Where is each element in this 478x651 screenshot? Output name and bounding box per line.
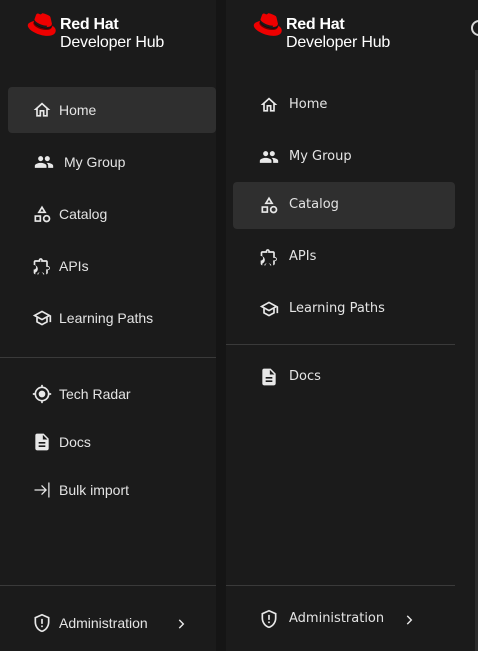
- search-icon[interactable]: [471, 20, 478, 36]
- logo-brand: Red Hat: [60, 16, 119, 33]
- school-icon: [32, 308, 52, 328]
- panel-gap: [216, 0, 226, 651]
- nav-item-my-group[interactable]: My Group: [233, 134, 455, 180]
- nav-item-label: My Group: [289, 149, 352, 164]
- app-logo[interactable]: Red Hat Developer Hub: [250, 13, 420, 53]
- nav-item-label: Docs: [59, 434, 91, 450]
- nav-item-administration[interactable]: Administration: [8, 600, 216, 646]
- home-icon: [259, 95, 279, 115]
- nav-item-label: Administration: [289, 611, 385, 626]
- divider: [226, 344, 455, 345]
- login-icon: [32, 480, 52, 500]
- nav-item-label: Learning Paths: [59, 310, 154, 326]
- nav-item-label: My Group: [64, 154, 126, 170]
- red-hat-logo-icon: [250, 13, 284, 38]
- nav-item-home[interactable]: Home: [8, 87, 216, 133]
- group-icon: [34, 152, 54, 172]
- logo-product: Developer Hub: [60, 34, 165, 51]
- radar-icon: [32, 384, 52, 404]
- divider: [0, 585, 216, 586]
- docs-icon: [32, 432, 52, 452]
- nav-item-docs[interactable]: Docs: [233, 354, 455, 400]
- docs-icon: [259, 367, 279, 387]
- logo-product: Developer Hub: [286, 34, 391, 51]
- nav-item-tech-radar[interactable]: Tech Radar: [8, 371, 216, 417]
- divider: [226, 585, 455, 586]
- nav-item-apis[interactable]: APIs: [233, 234, 455, 280]
- nav-item-label: APIs: [289, 249, 317, 264]
- red-hat-logo-icon: [24, 13, 58, 38]
- content-edge: [455, 0, 478, 651]
- nav-item-learning-paths[interactable]: Learning Paths: [8, 295, 216, 341]
- app-logo[interactable]: Red Hat Developer Hub: [24, 13, 194, 53]
- nav-item-label: Catalog: [59, 206, 108, 222]
- left-sidebar: Red Hat Developer Hub Home My Group Cata…: [0, 0, 216, 651]
- puzzle-icon: [259, 247, 279, 267]
- home-icon: [32, 100, 52, 120]
- right-sidebar: Red Hat Developer Hub Home My Group Cata…: [226, 0, 455, 651]
- nav-item-label: Bulk import: [59, 482, 130, 498]
- puzzle-icon: [32, 256, 52, 276]
- nav-item-label: Home: [59, 102, 97, 118]
- nav-item-learning-paths[interactable]: Learning Paths: [233, 286, 455, 332]
- nav-item-label: APIs: [59, 258, 89, 274]
- catalog-icon: [32, 204, 52, 224]
- nav-item-catalog[interactable]: Catalog: [8, 191, 216, 237]
- divider: [0, 357, 216, 358]
- nav-item-label: Administration: [59, 615, 148, 631]
- chevron-right-icon: [402, 613, 416, 627]
- nav-item-label: Docs: [289, 369, 321, 384]
- nav-item-apis[interactable]: APIs: [8, 243, 216, 289]
- nav-item-my-group[interactable]: My Group: [8, 139, 216, 185]
- shield-icon: [259, 609, 279, 629]
- nav-item-label: Home: [289, 97, 328, 112]
- nav-item-administration[interactable]: Administration: [233, 596, 455, 642]
- group-icon: [259, 147, 279, 167]
- nav-item-home[interactable]: Home: [233, 82, 455, 128]
- nav-item-docs[interactable]: Docs: [8, 419, 216, 465]
- nav-item-label: Learning Paths: [289, 301, 385, 316]
- nav-item-catalog[interactable]: Catalog: [233, 182, 455, 229]
- nav-item-label: Tech Radar: [59, 386, 131, 402]
- logo-brand: Red Hat: [286, 16, 345, 33]
- chevron-right-icon: [174, 617, 188, 631]
- nav-item-bulk-import[interactable]: Bulk import: [8, 467, 216, 513]
- school-icon: [259, 299, 279, 319]
- catalog-icon: [259, 195, 279, 215]
- shield-icon: [32, 613, 52, 633]
- nav-item-label: Catalog: [289, 197, 339, 212]
